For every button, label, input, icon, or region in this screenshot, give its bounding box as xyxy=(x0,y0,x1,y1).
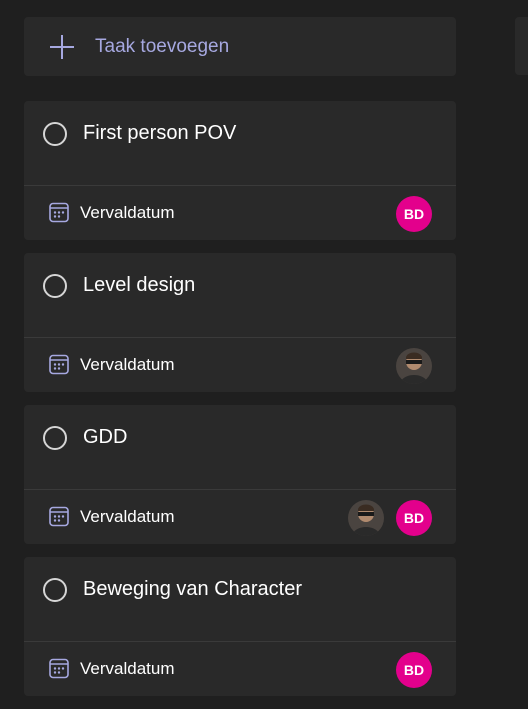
calendar-icon xyxy=(49,202,69,223)
assignees: BD xyxy=(396,652,432,688)
task-title[interactable]: First person POV xyxy=(83,122,236,145)
task-card-footer: Vervaldatum BD xyxy=(24,490,456,544)
task-card[interactable]: First person POV Vervaldatum BD xyxy=(24,101,456,240)
task-title[interactable]: GDD xyxy=(83,426,127,449)
due-date-label: Vervaldatum xyxy=(80,658,175,678)
task-card-footer: Vervaldatum xyxy=(24,338,456,392)
calendar-icon xyxy=(49,354,69,375)
bucket-column: Taak toevoegen First person POV Vervalda… xyxy=(24,17,456,696)
due-date-button[interactable]: Vervaldatum xyxy=(49,506,175,527)
planner-board: Taak toevoegen First person POV Vervalda… xyxy=(0,0,528,709)
due-date-label: Vervaldatum xyxy=(80,202,175,222)
complete-task-checkbox[interactable] xyxy=(43,274,67,298)
due-date-button[interactable]: Vervaldatum xyxy=(49,354,175,375)
task-card-footer: Vervaldatum BD xyxy=(24,186,456,240)
add-task-label: Taak toevoegen xyxy=(95,35,230,57)
avatar-photo[interactable] xyxy=(396,348,432,384)
task-title[interactable]: Level design xyxy=(83,274,195,297)
assignees: BD xyxy=(396,196,432,232)
task-card-header: GDD xyxy=(24,405,456,490)
due-date-label: Vervaldatum xyxy=(80,354,175,374)
avatar[interactable]: BD xyxy=(396,196,432,232)
avatar[interactable]: BD xyxy=(396,652,432,688)
plus-icon xyxy=(50,34,74,59)
next-bucket-column xyxy=(515,17,528,75)
assignees: BD xyxy=(348,500,432,536)
due-date-button[interactable]: Vervaldatum xyxy=(49,658,175,679)
avatar[interactable]: BD xyxy=(396,500,432,536)
task-title[interactable]: Beweging van Character xyxy=(83,578,302,601)
task-card[interactable]: GDD Vervaldatum BD xyxy=(24,405,456,544)
avatar-photo[interactable] xyxy=(348,500,384,536)
due-date-button[interactable]: Vervaldatum xyxy=(49,202,175,223)
due-date-label: Vervaldatum xyxy=(80,506,175,526)
task-card-header: Level design xyxy=(24,253,456,338)
calendar-icon xyxy=(49,658,69,679)
task-card-footer: Vervaldatum BD xyxy=(24,642,456,696)
calendar-icon xyxy=(49,506,69,527)
add-task-button[interactable]: Taak toevoegen xyxy=(24,17,456,76)
complete-task-checkbox[interactable] xyxy=(43,578,67,602)
complete-task-checkbox[interactable] xyxy=(43,426,67,450)
complete-task-checkbox[interactable] xyxy=(43,122,67,146)
assignees xyxy=(396,348,432,384)
task-card[interactable]: Level design Vervaldatum xyxy=(24,253,456,392)
task-card-header: Beweging van Character xyxy=(24,557,456,642)
task-card-header: First person POV xyxy=(24,101,456,186)
task-card[interactable]: Beweging van Character Vervaldatum BD xyxy=(24,557,456,696)
